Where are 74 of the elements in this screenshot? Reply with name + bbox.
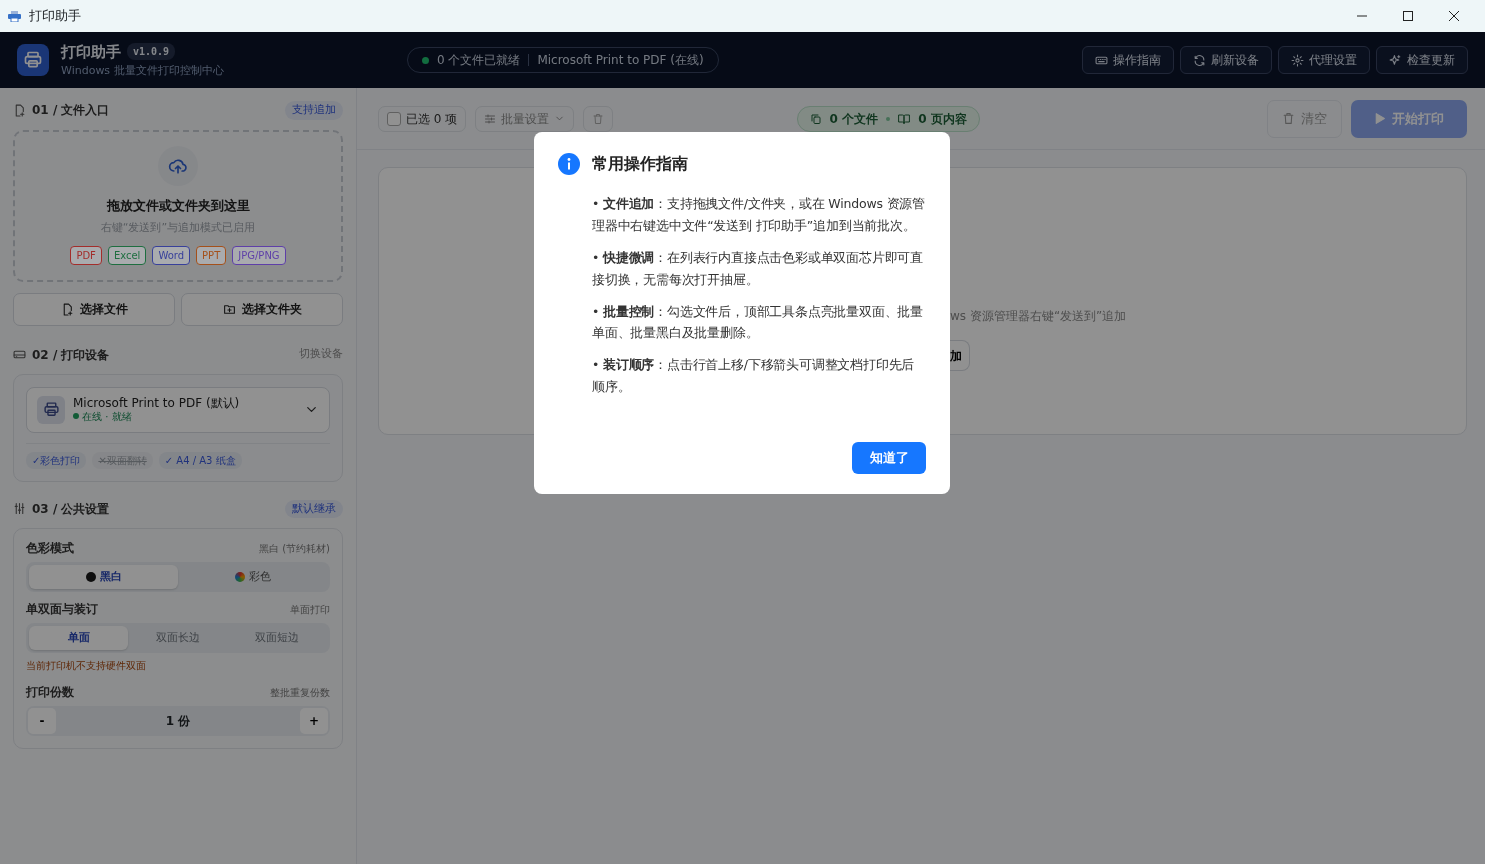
pages-icon: [898, 112, 911, 125]
segment-option[interactable]: 单面: [29, 626, 129, 650]
setting-label: 打印份数: [26, 684, 74, 701]
delete-button[interactable]: [583, 105, 614, 132]
palette-icon: [234, 572, 245, 582]
window-title: 打印助手: [29, 7, 81, 26]
segment-option[interactable]: 黑白: [29, 565, 178, 589]
page-count: 0 页内容: [918, 110, 967, 128]
delete-icon: [592, 112, 605, 125]
warning-text: 当前打印机不支持硬件双面: [26, 659, 147, 673]
file-count: 0 个文件: [829, 110, 879, 128]
printer-device-icon: [13, 348, 26, 361]
guide-paragraph: • 文件追加：支持拖拽文件/文件夹，或在 Windows 资源管理器中右键选中文件“发送到 打印助手”追加到当前批次。: [592, 195, 926, 235]
refresh-icon: [1193, 53, 1206, 67]
printer-icon: [8, 10, 21, 22]
setting-label: 色彩模式: [26, 540, 74, 557]
feature-tag: ✓ A4 / A3 纸盒: [158, 451, 242, 469]
upload-cloud-icon: [168, 156, 188, 176]
printer-status-text: Microsoft Print to PDF (在线): [537, 52, 704, 69]
printer-state: 在线 · 就绪: [82, 410, 132, 422]
printer-name: Microsoft Print to PDF (默认): [73, 397, 240, 411]
header-button[interactable]: 操作指南: [1082, 46, 1174, 74]
guide-paragraph: • 装订顺序：点击行首上移/下移箭头可调整文档打印先后顺序。: [592, 356, 916, 397]
select-file-button[interactable]: 选择文件: [13, 292, 175, 326]
select-all-checkbox[interactable]: 已选 0 项: [378, 105, 467, 132]
feature-tag: ✓彩色打印: [26, 451, 87, 469]
header-button[interactable]: 代理设置: [1278, 46, 1370, 74]
sliders-icon: [13, 502, 26, 516]
file-type-tag: PDF: [70, 246, 102, 265]
section-title: 03 / 公共设置: [32, 500, 110, 518]
switch-device-link[interactable]: 切换设备: [299, 346, 343, 363]
app-logo: [17, 44, 49, 76]
file-type-tag: JPG/PNG: [232, 246, 286, 265]
app-name: 打印助手: [61, 41, 121, 63]
copies-value: 1 份: [164, 713, 192, 730]
setting-hint: 单面打印: [290, 602, 330, 617]
version-badge: v1.0.9: [127, 43, 176, 61]
file-type-tag: Excel: [107, 246, 147, 265]
append-button[interactable]: 加: [950, 340, 970, 371]
select-folder-button[interactable]: 选择文件夹: [181, 292, 343, 326]
sparkle-icon: [1389, 53, 1402, 67]
increment-button[interactable]: +: [300, 708, 328, 734]
status-text: 0 个文件已就绪: [436, 52, 521, 69]
header-button[interactable]: 检查更新: [1376, 46, 1468, 74]
file-icon: [13, 103, 26, 117]
section-title: 02 / 打印设备: [32, 346, 110, 364]
ok-button[interactable]: 知道了: [852, 442, 926, 474]
empty-hint: ws 资源管理器右键“发送到”追加: [950, 308, 1128, 325]
section-badge: 支持追加: [285, 101, 343, 120]
printer-icon: [42, 401, 60, 418]
segment-option[interactable]: 彩色: [178, 565, 327, 589]
header-button[interactable]: 刷新设备: [1180, 46, 1272, 74]
app-subtitle: Windows 批量文件打印控制中心: [61, 63, 224, 79]
dialog-title: 常用操作指南: [592, 153, 688, 175]
printer-select[interactable]: Microsoft Print to PDF (默认) 在线 · 就绪: [26, 386, 330, 433]
decrement-button[interactable]: -: [28, 708, 56, 734]
drop-title: 拖放文件或文件夹到这里: [106, 197, 250, 215]
status-dot: [421, 56, 429, 64]
file-type-tag: Word: [152, 246, 191, 265]
settings-icon: [1291, 53, 1304, 67]
setting-label: 单双面与装订: [26, 601, 98, 618]
sliders-icon: [484, 112, 497, 125]
guide-paragraph: • 批量控制：勾选文件后，顶部工具条点亮批量双面、批量单面、批量黑白及批量删除。: [592, 302, 924, 343]
setting-hint: 黑白 (节约耗材): [259, 541, 330, 556]
file-type-tag: PPT: [196, 246, 227, 265]
dot-icon: [85, 572, 96, 582]
play-icon: [1373, 112, 1387, 125]
info-icon: [558, 153, 580, 175]
section-badge: 默认继承: [285, 499, 343, 518]
files-icon: [809, 112, 822, 125]
folder-add-icon: [222, 302, 236, 316]
delete-icon: [1282, 112, 1295, 125]
guide-paragraph: • 快捷微调：在列表行内直接点击色彩或单双面芯片即可直接切换，无需每次打开抽屉。: [592, 248, 924, 289]
section-title: 01 / 文件入口: [32, 102, 110, 120]
